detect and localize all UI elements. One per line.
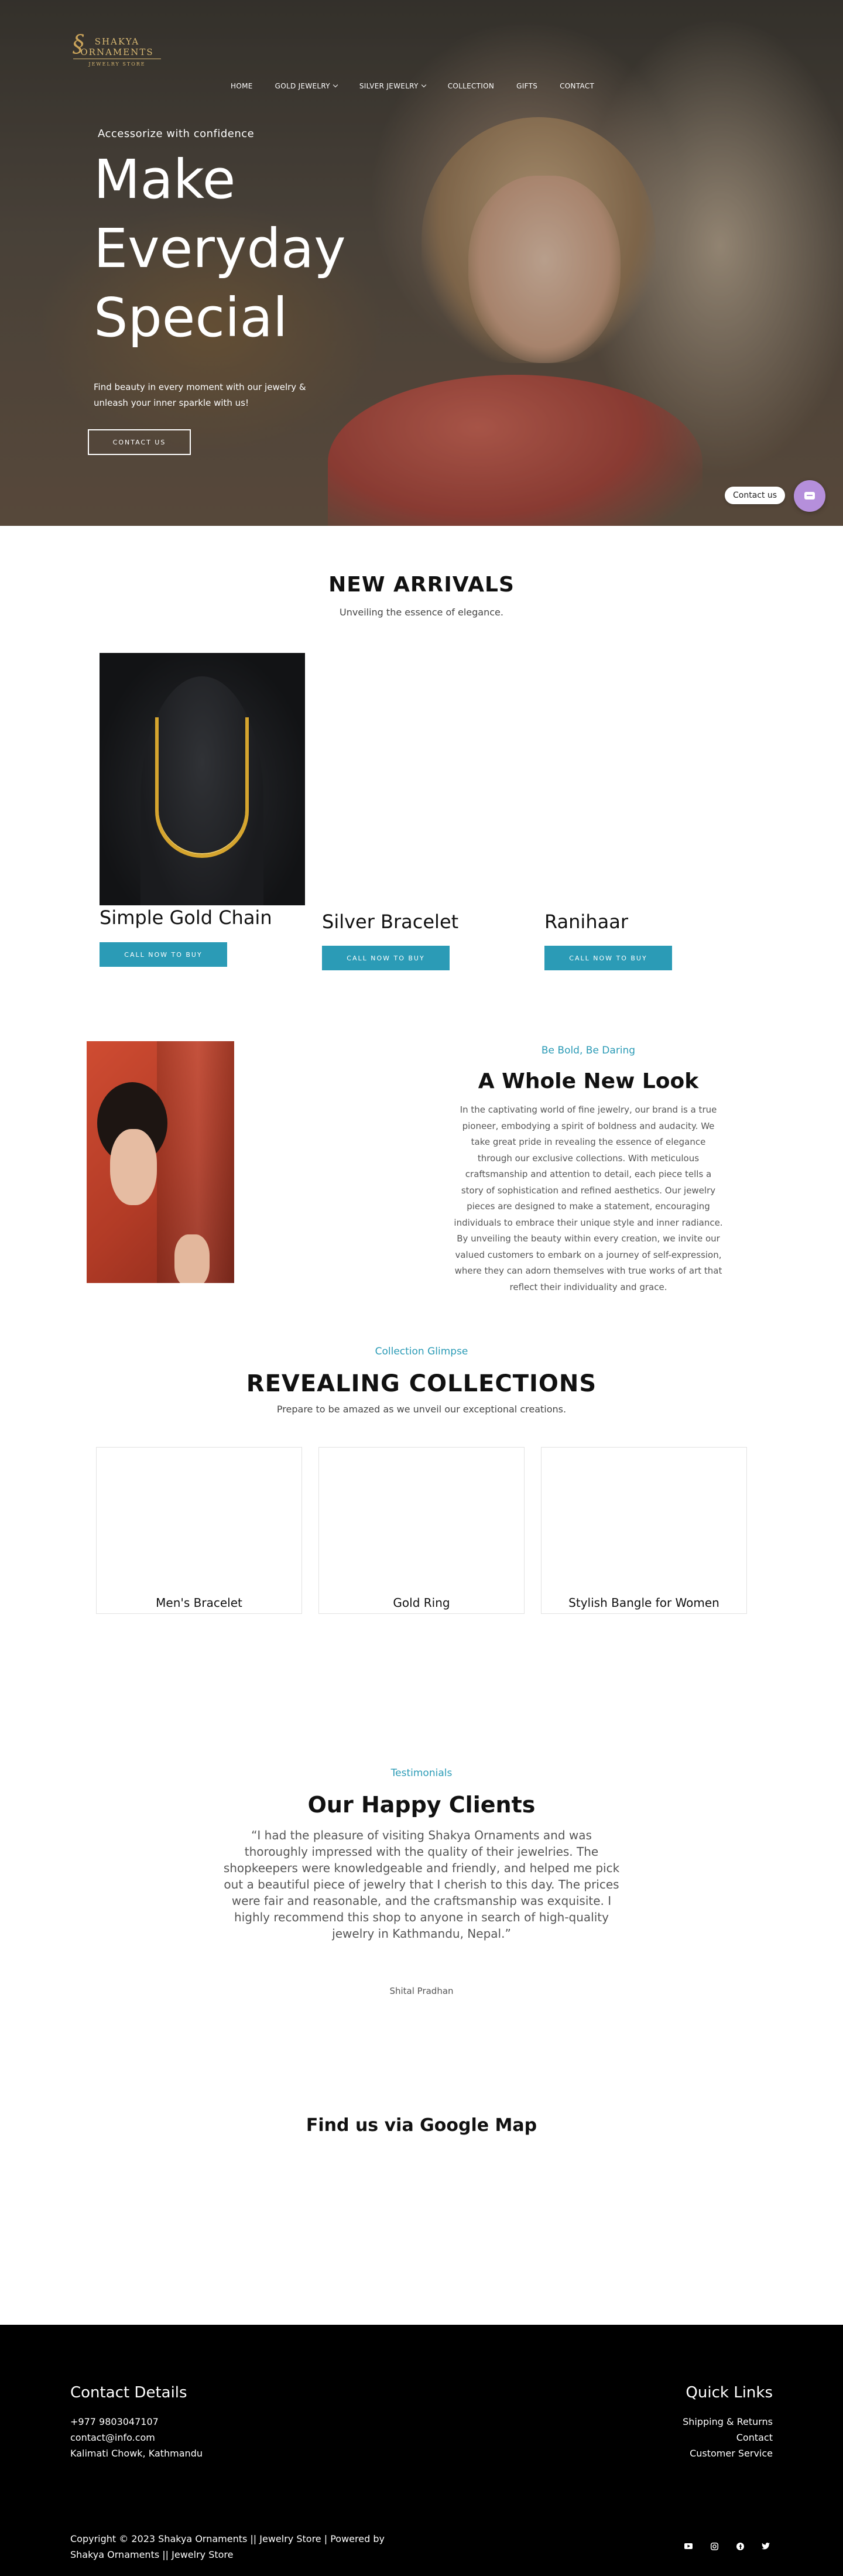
nav-gold-jewelry-label: GOLD JEWELRY [275, 82, 330, 90]
main-nav: HOME GOLD JEWELRY SILVER JEWELRY COLLECT… [231, 82, 594, 90]
gold-chain-shape [155, 717, 249, 858]
new-arrivals-subtitle: Unveiling the essence of elegance. [340, 607, 503, 618]
map-title: Find us via Google Map [306, 2115, 537, 2136]
call-to-buy-button[interactable]: CALL NOW TO BUY [322, 946, 450, 970]
logo-line-2: ORNAMENTS [80, 47, 154, 57]
product-name-gold-chain[interactable]: Simple Gold Chain [100, 906, 272, 929]
hero-subtitle: Find beauty in every moment with our jew… [94, 382, 306, 408]
new-look-title: A Whole New Look [478, 1069, 699, 1093]
testimonials-kicker: Testimonials [390, 1767, 453, 1779]
new-arrivals-title: NEW ARRIVALS [328, 573, 515, 597]
new-look-image [87, 1041, 234, 1283]
nav-home-label: HOME [231, 82, 253, 90]
collection-card-bangle[interactable]: Stylish Bangle for Women [541, 1447, 747, 1614]
twitter-icon[interactable] [761, 2541, 770, 2551]
nav-gifts[interactable]: GIFTS [516, 82, 537, 90]
hero-title-line-2: Everyday [94, 217, 346, 280]
hero-section: § SHAKYA ORNAMENTS JEWELRY STORE HOME GO… [0, 0, 843, 526]
youtube-icon[interactable] [684, 2541, 693, 2551]
chat-icon [804, 492, 815, 500]
hero-title-line-3: Special [94, 286, 288, 349]
model-hand [174, 1234, 210, 1283]
site-logo[interactable]: § SHAKYA ORNAMENTS JEWELRY STORE [70, 30, 164, 73]
contact-us-label[interactable]: Contact us [725, 487, 786, 504]
footer-email[interactable]: contact@info.com [70, 2430, 155, 2445]
nav-contact-label: CONTACT [560, 82, 595, 90]
gold-chain-image[interactable] [100, 653, 305, 905]
collections-subtitle: Prepare to be amazed as we unveil our ex… [276, 1404, 567, 1415]
nav-collection-label: COLLECTION [447, 82, 495, 90]
social-links [684, 2541, 770, 2551]
chevron-down-icon [333, 82, 338, 88]
chevron-down-icon [421, 82, 426, 88]
call-to-buy-button[interactable]: CALL NOW TO BUY [544, 946, 672, 970]
nav-gold-jewelry[interactable]: GOLD JEWELRY [275, 82, 338, 90]
hero-title: Make Everyday Special [94, 145, 346, 353]
footer-phone[interactable]: +977 9803047107 [70, 2414, 159, 2430]
footer-link-customer-service[interactable]: Customer Service [690, 2445, 773, 2461]
new-look-kicker: Be Bold, Be Daring [541, 1045, 636, 1056]
testimonial-quote: “I had the pleasure of visiting Shakya O… [223, 1828, 620, 1941]
testimonials-title: Our Happy Clients [307, 1792, 536, 1818]
product-name-ranihaar[interactable]: Ranihaar [544, 911, 628, 933]
collections-kicker: Collection Glimpse [375, 1346, 468, 1357]
nav-home[interactable]: HOME [231, 82, 253, 90]
model-face [110, 1129, 157, 1205]
collection-card-mens-bracelet[interactable]: Men's Bracelet [96, 1447, 302, 1614]
contact-us-button[interactable]: CONTACT US [88, 429, 191, 455]
nav-silver-jewelry[interactable]: SILVER JEWELRY [359, 82, 426, 90]
nav-gifts-label: GIFTS [516, 82, 538, 90]
footer-address: Kalimati Chowk, Kathmandu [70, 2448, 203, 2459]
testimonial-author: Shital Pradhan [389, 1986, 454, 1996]
product-name-silver-bracelet[interactable]: Silver Bracelet [322, 911, 458, 933]
footer-copyright: Copyright © 2023 Shakya Ornaments || Jew… [70, 2533, 385, 2560]
contact-widget-button[interactable] [794, 480, 825, 512]
nav-silver-jewelry-label: SILVER JEWELRY [359, 82, 419, 90]
collection-card-gold-ring[interactable]: Gold Ring [318, 1447, 525, 1614]
logo-mark-icon: § [73, 30, 84, 57]
facebook-icon[interactable] [735, 2541, 745, 2551]
collections-title: REVEALING COLLECTIONS [246, 1370, 597, 1397]
quick-links-heading: Quick Links [686, 2384, 773, 2401]
instagram-icon[interactable] [710, 2541, 719, 2551]
logo-line-3: JEWELRY STORE [88, 61, 146, 67]
collection-label: Men's Bracelet [156, 1596, 242, 1610]
new-look-body: In the captivating world of fine jewelry… [454, 1104, 723, 1292]
logo-line-1: SHAKYA [94, 36, 140, 47]
collection-label: Gold Ring [393, 1596, 450, 1610]
footer-link-shipping[interactable]: Shipping & Returns [683, 2414, 773, 2430]
call-to-buy-button[interactable]: CALL NOW TO BUY [100, 942, 227, 967]
hero-title-line-1: Make [94, 148, 236, 211]
hero-kicker: Accessorize with confidence [98, 128, 255, 140]
collection-label: Stylish Bangle for Women [568, 1596, 719, 1610]
nav-contact[interactable]: CONTACT [560, 82, 594, 90]
nav-collection[interactable]: COLLECTION [448, 82, 494, 90]
footer-link-contact[interactable]: Contact [736, 2430, 773, 2445]
site-footer: Contact Details +977 9803047107 contact@… [0, 2325, 843, 2576]
contact-details-heading: Contact Details [70, 2384, 187, 2401]
